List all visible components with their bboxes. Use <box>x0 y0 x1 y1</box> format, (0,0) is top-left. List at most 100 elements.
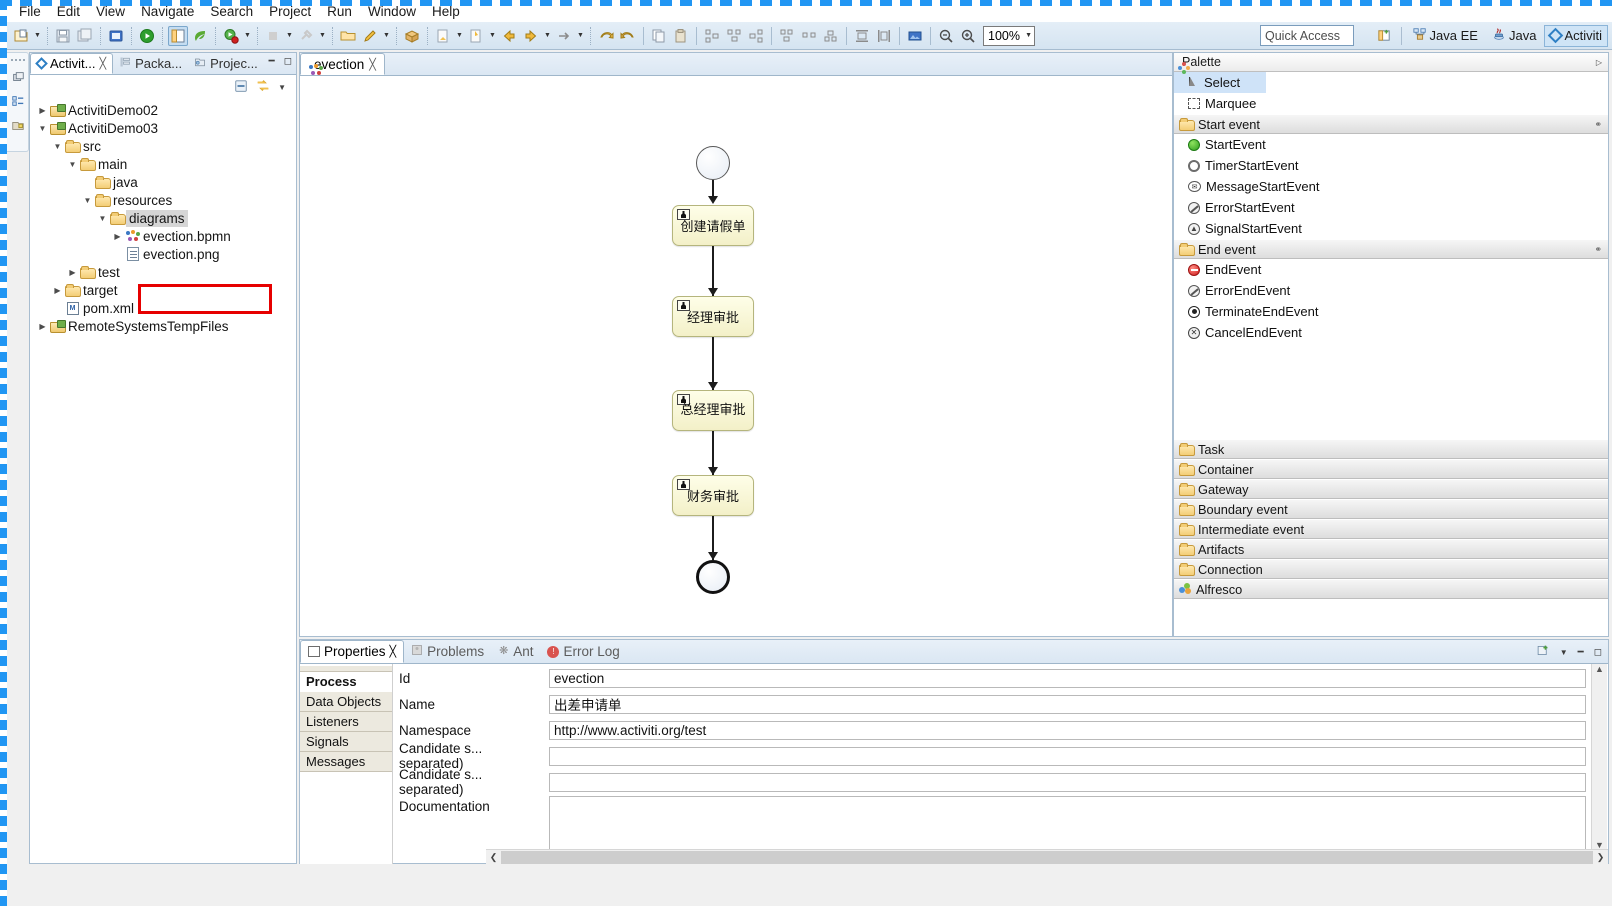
new-properties-view-icon[interactable] <box>1536 644 1550 660</box>
pin-icon[interactable]: ⚭ <box>1594 119 1602 130</box>
id-input[interactable]: evection <box>549 668 1586 688</box>
view-menu-icon[interactable]: ▼ <box>278 83 286 92</box>
tree-item-evection-png[interactable]: evection.png <box>30 245 296 263</box>
run-button[interactable] <box>137 26 157 46</box>
tree-item-java[interactable]: java <box>30 173 296 191</box>
package-explorer-icon[interactable] <box>11 118 25 135</box>
new-wizard-dropdown-arrow[interactable]: ▼ <box>32 26 43 46</box>
palette-item-end-event[interactable]: EndEvent <box>1174 259 1608 280</box>
tab-project-explorer[interactable]: Projec... <box>188 53 264 74</box>
leaf-button[interactable] <box>190 26 210 46</box>
collapse-all-icon[interactable] <box>234 79 248 96</box>
paste-button[interactable] <box>671 26 691 46</box>
scroll-up-arrow-icon[interactable]: ▲ <box>1595 664 1604 674</box>
perspective-java[interactable]: Java <box>1486 25 1542 47</box>
minimize-icon[interactable]: ━ <box>269 56 275 67</box>
chevron-down-icon[interactable]: ▼ <box>81 196 94 205</box>
tab-problems[interactable]: Problems <box>404 640 491 663</box>
palette-tool-select[interactable]: Select <box>1174 72 1266 93</box>
diagram-task-gm-approve[interactable]: 总经理审批 <box>672 390 754 431</box>
side-tab-messages[interactable]: Messages <box>300 752 392 772</box>
side-tab-signals[interactable]: Signals <box>300 732 392 752</box>
zoom-in-button[interactable] <box>958 26 978 46</box>
scroll-thumb[interactable] <box>501 850 1593 864</box>
namespace-input[interactable]: http://www.activiti.org/test <box>549 720 1586 740</box>
undo-button[interactable] <box>596 26 616 46</box>
perspective-activiti[interactable]: Activiti <box>1544 24 1608 47</box>
palette-group-end-event[interactable]: End event ⚭ <box>1174 239 1608 259</box>
open-type-button[interactable] <box>338 26 358 46</box>
last-edit-button[interactable] <box>466 26 486 46</box>
perspective-java-ee[interactable]: Java EE <box>1407 25 1484 47</box>
palette-item-signal-start-event[interactable]: ▲ SignalStartEvent <box>1174 218 1608 239</box>
save-button[interactable] <box>53 26 73 46</box>
palette-item-error-end-event[interactable]: ErrorEndEvent <box>1174 280 1608 301</box>
forward-button[interactable] <box>521 26 541 46</box>
chevron-down-icon[interactable]: ▼ <box>96 214 109 223</box>
chevron-right-icon[interactable]: ▶ <box>51 286 64 295</box>
external-tools-dropdown-arrow[interactable]: ▼ <box>317 26 328 46</box>
match-width-button[interactable] <box>874 26 894 46</box>
palette-item-cancel-end-event[interactable]: ✕ CancelEndEvent <box>1174 322 1608 343</box>
last-edit-dropdown-arrow[interactable]: ▼ <box>487 26 498 46</box>
tree-item-target[interactable]: ▶ target <box>30 281 296 299</box>
palette-group-start-event[interactable]: Start event ⚭ <box>1174 114 1608 134</box>
tree-item-activitidemo03[interactable]: ▼ ActivitiDemo03 <box>30 119 296 137</box>
tab-ant[interactable]: ❋ Ant <box>491 640 540 663</box>
properties-horizontal-scrollbar[interactable]: ❮ ❯ <box>486 849 1608 864</box>
export-image-button[interactable] <box>905 26 925 46</box>
name-input[interactable]: 出差申请单 <box>549 694 1586 714</box>
redo-button[interactable] <box>618 26 638 46</box>
tab-properties[interactable]: Properties ╳ <box>300 640 405 663</box>
palette-group-boundary-event[interactable]: Boundary event <box>1174 499 1608 519</box>
zoom-level-combo[interactable]: 100% ▼ <box>983 25 1035 46</box>
scroll-right-arrow-icon[interactable]: ❯ <box>1593 852 1608 863</box>
pencil-button[interactable] <box>360 26 380 46</box>
palette-item-timer-start-event[interactable]: TimerStartEvent <box>1174 155 1608 176</box>
debug-dropdown-arrow[interactable]: ▼ <box>242 26 253 46</box>
properties-vertical-scrollbar[interactable]: ▲ ▼ <box>1591 664 1607 850</box>
tree-item-pom-xml[interactable]: Mpom.xml <box>30 299 296 317</box>
candidate-starter-users-input[interactable] <box>549 746 1586 766</box>
palette-pin-icon[interactable]: ▷ <box>1596 58 1602 67</box>
tree-item-main[interactable]: ▼ main <box>30 155 296 173</box>
align-bottom-button[interactable] <box>821 26 841 46</box>
back-button[interactable] <box>499 26 519 46</box>
palette-item-start-event[interactable]: StartEvent <box>1174 134 1608 155</box>
editor-tab-evection[interactable]: evection ╳ <box>300 53 385 75</box>
open-perspective-button[interactable] <box>168 25 188 46</box>
chevron-right-icon[interactable]: ▶ <box>36 106 49 115</box>
next-annotation-dropdown-arrow[interactable]: ▼ <box>454 26 465 46</box>
palette-group-artifacts[interactable]: Artifacts <box>1174 539 1608 559</box>
palette-group-alfresco[interactable]: Alfresco <box>1174 579 1608 599</box>
chevron-right-icon[interactable]: ▶ <box>111 232 124 241</box>
chevron-down-icon[interactable]: ▼ <box>51 142 64 151</box>
outline-view-icon[interactable] <box>11 94 25 111</box>
diagram-task-finance-approve[interactable]: 财务审批 <box>672 475 754 516</box>
maximize-icon[interactable]: ◻ <box>1594 647 1602 658</box>
align-left-button[interactable] <box>702 26 722 46</box>
pin-icon[interactable]: ⚭ <box>1594 244 1602 255</box>
view-menu-icon[interactable]: ▼ <box>1560 648 1568 657</box>
diagram-task-create-leave-form[interactable]: 创建请假单 <box>672 205 754 246</box>
terminate-dropdown-arrow[interactable]: ▼ <box>284 26 295 46</box>
tab-error-log[interactable]: ! Error Log <box>540 640 626 663</box>
package-button[interactable] <box>402 26 422 46</box>
palette-item-error-start-event[interactable]: ErrorStartEvent <box>1174 197 1608 218</box>
align-center-button[interactable] <box>724 26 744 46</box>
scroll-left-arrow-icon[interactable]: ❮ <box>486 852 501 863</box>
close-icon[interactable]: ╳ <box>369 58 376 71</box>
palette-group-intermediate-event[interactable]: Intermediate event <box>1174 519 1608 539</box>
tree-item-resources[interactable]: ▼ resources <box>30 191 296 209</box>
next-dropdown-arrow[interactable]: ▼ <box>575 26 586 46</box>
print-button[interactable] <box>106 26 126 46</box>
side-tab-data-objects[interactable]: Data Objects <box>300 692 392 712</box>
diagram-end-event[interactable] <box>696 560 730 594</box>
save-all-button[interactable] <box>75 26 95 46</box>
palette-tool-marquee[interactable]: Marquee <box>1174 93 1608 114</box>
palette-group-connection[interactable]: Connection <box>1174 559 1608 579</box>
candidate-starter-groups-input[interactable] <box>549 772 1586 792</box>
maximize-icon[interactable]: ◻ <box>284 56 292 67</box>
tree-item-remotesystemstempfiles[interactable]: ▶ RemoteSystemsTempFiles <box>30 317 296 335</box>
minimize-icon[interactable]: ━ <box>1578 647 1584 658</box>
